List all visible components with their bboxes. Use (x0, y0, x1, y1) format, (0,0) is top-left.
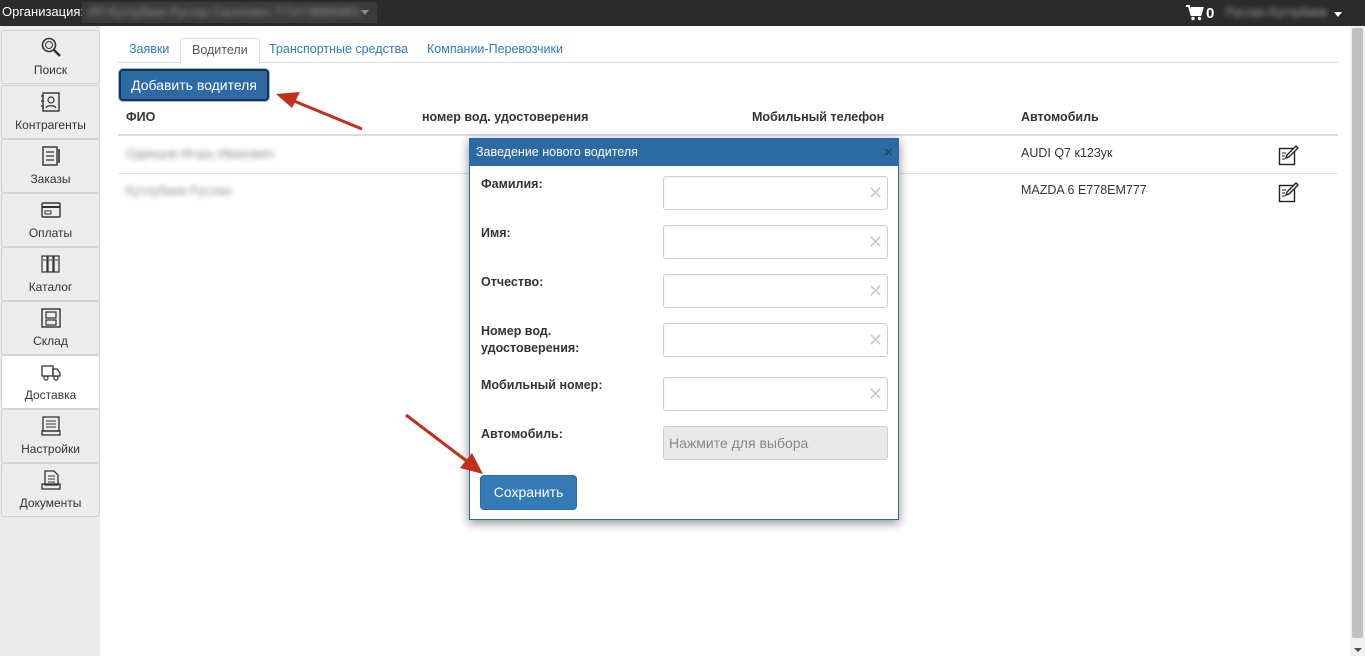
driver-name: Кутлубаев Руслан (126, 184, 232, 198)
cart-icon (1186, 5, 1204, 21)
tab-requests[interactable]: Заявки (129, 42, 169, 56)
clear-icon[interactable]: ✕ (868, 331, 883, 349)
sidebar-item-documents[interactable]: Документы (1, 463, 100, 517)
sidebar-item-label: Доставка (24, 388, 77, 402)
scroll-down-arrow-icon[interactable] (1354, 648, 1362, 652)
chevron-down-icon (1334, 12, 1342, 17)
table-header-divider (118, 134, 1338, 136)
organization-value: ИП Кутлубаев Руслан Сагитович 7714736855… (88, 5, 362, 19)
license-number-label: Номер вод. удостоверения: (481, 323, 579, 357)
driver-car: AUDI Q7 к123ук (1021, 146, 1113, 160)
new-driver-dialog: Заведение нового водителя × Фамилия: ✕ И… (469, 138, 899, 520)
driver-car: MAZDA 6 Е778ЕМ777 (1021, 183, 1147, 197)
tab-bar: Заявки Водители Транспортные средства Ко… (118, 38, 1338, 63)
settings-icon (41, 416, 61, 436)
last-name-input[interactable] (663, 176, 888, 210)
mobile-number-input[interactable] (663, 377, 888, 411)
search-icon (41, 37, 61, 57)
sidebar-item-label: Поиск (33, 63, 68, 77)
car-label: Автомобиль: (481, 427, 563, 441)
edit-icon[interactable] (1278, 144, 1300, 166)
column-header-name: ФИО (126, 110, 156, 124)
sidebar-item-catalog[interactable]: Каталог (1, 247, 100, 301)
user-menu[interactable]: Руслан Кутлубаев (1222, 3, 1342, 23)
clear-icon[interactable]: ✕ (868, 385, 883, 403)
cart-count: 0 (1206, 4, 1215, 22)
tab-drivers[interactable]: Водители (180, 38, 260, 63)
mobile-number-label: Мобильный номер: (481, 378, 603, 392)
sidebar-item-warehouse[interactable]: Склад (1, 301, 100, 355)
user-name: Руслан Кутлубаев (1226, 5, 1328, 19)
car-select[interactable]: Нажмите для выбора (663, 426, 888, 460)
sidebar-item-label: Каталог (28, 280, 73, 294)
clear-icon[interactable]: ✕ (868, 184, 883, 202)
dialog-header: Заведение нового водителя × (470, 139, 898, 166)
catalog-icon (41, 255, 60, 273)
first-name-input[interactable] (663, 225, 888, 259)
sidebar-item-label: Документы (19, 496, 82, 510)
column-header-license: номер вод. удостоверения (422, 110, 589, 124)
first-name-label: Имя: (481, 226, 511, 240)
last-name-label: Фамилия: (481, 177, 543, 191)
top-bar: Организация: ИП Кутлубаев Руслан Сагитов… (0, 0, 1365, 26)
sidebar-item-payments[interactable]: Оплаты (1, 193, 100, 247)
patronymic-input[interactable] (663, 274, 888, 308)
edit-icon[interactable] (1278, 181, 1300, 203)
license-number-label-line1: Номер вод. (481, 324, 552, 338)
organization-label: Организация: (2, 4, 85, 19)
sidebar-item-label: Оплаты (28, 226, 73, 240)
sidebar-item-settings[interactable]: Настройки (1, 409, 100, 463)
clear-icon[interactable]: ✕ (868, 233, 883, 251)
sidebar-item-label: Склад (33, 334, 68, 348)
dialog-title: Заведение нового водителя (476, 145, 638, 159)
organization-select[interactable]: ИП Кутлубаев Руслан Сагитович 7714736855… (82, 2, 377, 23)
license-number-label-line2: удостоверения: (481, 341, 580, 355)
clear-icon[interactable]: ✕ (868, 282, 883, 300)
payments-icon (41, 202, 61, 218)
vertical-scrollbar[interactable] (1350, 26, 1365, 656)
sidebar-item-label: Настройки (21, 442, 80, 456)
driver-name: Одинцов Игорь Иванович (126, 147, 275, 161)
sidebar: Поиск Контрагенты Заказы Оплаты Каталог … (0, 26, 100, 656)
sidebar-item-contractors[interactable]: Контрагенты (1, 85, 100, 139)
tab-carrier-companies[interactable]: Компании-Перевозчики (427, 42, 563, 56)
column-header-car: Автомобиль (1021, 110, 1099, 124)
cart-button[interactable]: 0 (1186, 3, 1214, 23)
sidebar-item-delivery[interactable]: Доставка (1, 355, 100, 409)
sidebar-item-label: Заказы (30, 172, 71, 186)
delivery-icon (41, 365, 61, 381)
sidebar-item-orders[interactable]: Заказы (1, 139, 100, 193)
chevron-down-icon (361, 10, 369, 15)
tab-vehicles[interactable]: Транспортные средства (269, 42, 408, 56)
save-button[interactable]: Сохранить (480, 475, 577, 510)
close-icon[interactable]: × (884, 145, 893, 160)
contacts-icon (41, 92, 60, 112)
license-number-input[interactable] (663, 323, 888, 357)
documents-icon (41, 470, 61, 490)
warehouse-icon (41, 308, 61, 328)
scrollbar-thumb[interactable] (1352, 28, 1363, 638)
sidebar-item-search[interactable]: Поиск (1, 30, 100, 84)
patronymic-label: Отчество: (481, 275, 544, 289)
sidebar-item-label: Контрагенты (15, 118, 86, 132)
column-header-phone: Мобильный телефон (752, 110, 885, 124)
add-driver-button[interactable]: Добавить водителя (119, 69, 269, 101)
annotation-arrow-add-driver (276, 92, 363, 131)
orders-icon (42, 146, 60, 166)
